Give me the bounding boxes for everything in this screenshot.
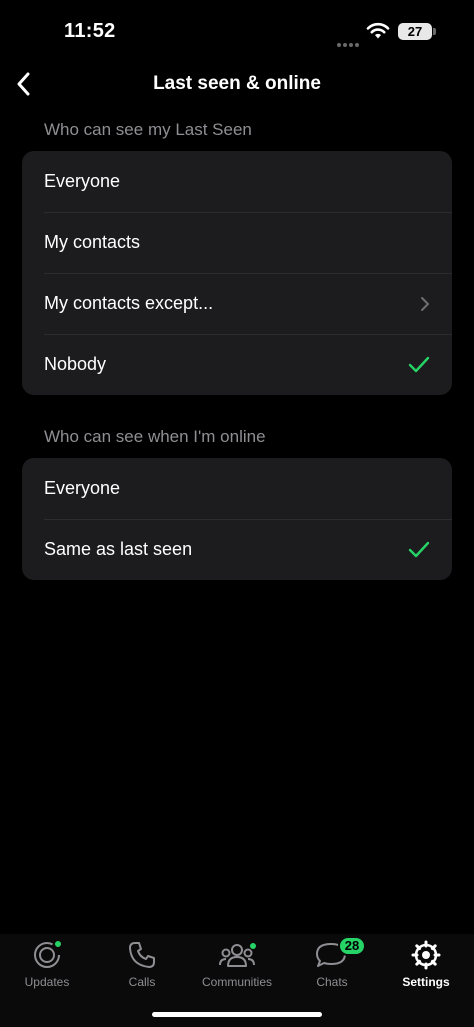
battery-indicator: 27 [398,23,432,40]
tab-label: Updates [24,975,70,989]
chats-icon: 28 [314,936,366,970]
last-seen-options-group: Everyone My contacts My contacts except.… [22,151,452,395]
tab-communities[interactable]: Communities [190,940,284,998]
option-label: Same as last seen [44,539,193,559]
online-option-everyone[interactable]: Everyone [22,458,452,519]
tab-settings[interactable]: Settings [379,940,473,998]
tab-label: Chats [316,975,348,989]
gear-icon [411,940,441,970]
option-label: Everyone [44,171,121,191]
option-label: Everyone [44,478,121,498]
online-options-group: Everyone Same as last seen [22,458,452,580]
option-label: My contacts [44,232,141,252]
last-seen-option-my-contacts[interactable]: My contacts [22,212,452,273]
last-seen-option-everyone[interactable]: Everyone [22,151,452,212]
phone-icon [127,940,157,970]
page-title: Last seen & online [153,73,321,94]
online-section-header: Who can see when I'm online [44,427,266,446]
tab-calls[interactable]: Calls [95,940,189,998]
home-indicator [152,1012,322,1017]
wifi-icon [366,22,390,39]
updates-icon [32,940,62,970]
tab-label: Settings [402,975,450,989]
communities-dot-badge [249,942,257,950]
tab-label: Communities [201,975,273,989]
tab-updates[interactable]: Updates [0,940,94,998]
signal-dots-icon [337,34,361,47]
status-bar: 11:52 27 [0,0,474,60]
last-seen-option-nobody[interactable]: Nobody [22,334,452,395]
communities-icon [219,940,257,970]
option-label: Nobody [44,354,107,374]
checkmark-icon [408,541,430,559]
option-label: My contacts except... [44,293,214,313]
updates-dot-badge [54,940,62,948]
nav-header: Last seen & online [0,62,474,106]
last-seen-section-header: Who can see my Last Seen [44,120,252,139]
battery-tip [433,28,436,35]
chevron-right-icon [420,296,430,312]
status-time: 11:52 [64,20,116,42]
tab-chats[interactable]: 28 Chats [285,936,379,998]
last-seen-option-my-contacts-except[interactable]: My contacts except... [22,273,452,334]
checkmark-icon [408,356,430,374]
chats-unread-badge: 28 [338,936,366,956]
tab-label: Calls [128,975,156,989]
online-option-same-as-last-seen[interactable]: Same as last seen [22,519,452,580]
